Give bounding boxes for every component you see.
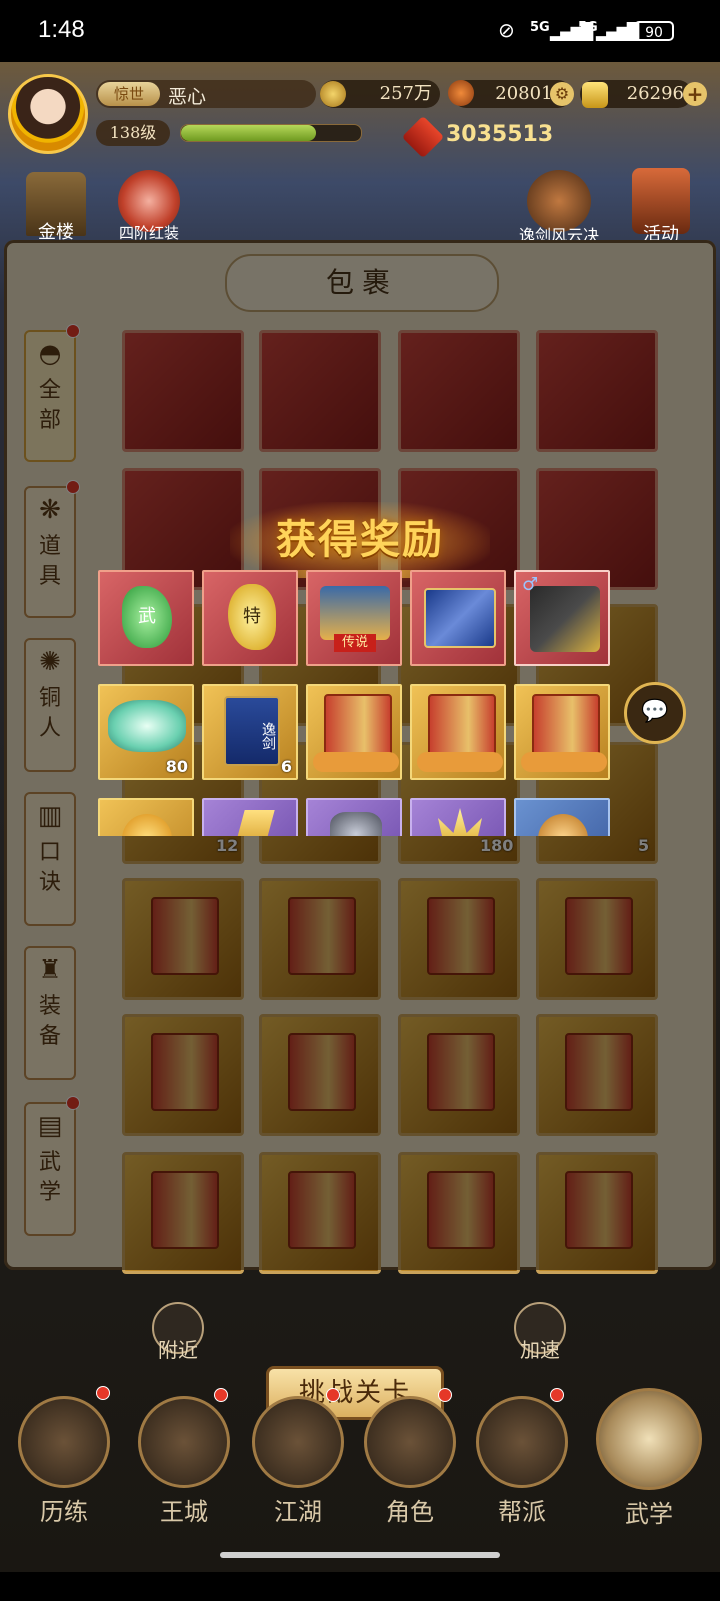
nav-guild-badge	[550, 1388, 564, 1402]
nav-guild-label: 帮派	[498, 1498, 546, 1526]
mute-icon: ⊘	[498, 18, 515, 42]
activity-button[interactable]: 活动	[626, 168, 696, 248]
signal-bars-icon-2: ▂▄▆█	[596, 22, 639, 41]
nav-jianghu-label: 江湖	[274, 1498, 322, 1526]
coin-icon	[320, 81, 346, 107]
signal-5g-label-2: 5G	[578, 20, 598, 35]
reward-item[interactable]	[410, 684, 506, 780]
status-bar: 1:48 ⊘ 5G ▂▄▆█ 5G ▂▄▆█ 90	[0, 0, 720, 62]
guild-icon	[476, 1396, 568, 1488]
yijian-manual-icon: 逸剑	[224, 696, 280, 766]
nav-jianghu-badge	[326, 1388, 340, 1402]
reward-item[interactable]: ♂	[514, 570, 610, 666]
nav-guild[interactable]: 帮派	[472, 1396, 572, 1527]
nav-training[interactable]: 历练	[14, 1396, 114, 1527]
nav-training-label: 历练	[40, 1498, 88, 1526]
reward-row-clip	[96, 796, 616, 836]
reward-item[interactable]	[306, 684, 402, 780]
item-count: 6	[280, 757, 292, 776]
blue-pack-icon	[424, 588, 496, 648]
reward-item[interactable]: 武	[98, 570, 194, 666]
exp-bar	[180, 124, 362, 142]
red-gear-button[interactable]: 四阶红装	[104, 170, 194, 250]
power-icon	[401, 115, 445, 159]
nav-jianghu[interactable]: 江湖	[248, 1396, 348, 1527]
gold-shard-icon	[231, 810, 275, 836]
speedup-label: 加速	[520, 1338, 560, 1362]
game-screen: 惊世 恶心 138级 257万 208015 ⚙ 26296 + 3035513…	[0, 62, 720, 1572]
gold-jade-te-icon: 特	[228, 584, 276, 650]
reward-item[interactable]	[306, 798, 402, 836]
speedup-button[interactable]: 加速	[510, 1302, 570, 1383]
event-duel-button[interactable]: 逸剑风云决	[504, 170, 614, 250]
exp-bar-fill	[181, 125, 316, 141]
reward-item[interactable]: 传说	[306, 570, 402, 666]
coin-icon	[122, 814, 172, 836]
male-symbol: ♂	[522, 574, 539, 595]
reward-item[interactable]	[202, 798, 298, 836]
reward-item[interactable]	[514, 684, 610, 780]
coin-value: 257万	[379, 83, 432, 104]
nav-royal-city-label: 王城	[160, 1498, 208, 1526]
gold-value: 26296	[626, 83, 684, 104]
nav-martial-arts-label: 武学	[625, 1500, 673, 1528]
book-flame	[521, 752, 607, 772]
signal-5g-label: 5G	[530, 20, 550, 35]
nav-training-badge	[96, 1386, 110, 1400]
reward-title: 获得奖励	[276, 516, 444, 563]
royal-city-icon	[138, 1396, 230, 1488]
ingot-plus-icon[interactable]: ⚙	[550, 82, 574, 106]
reward-item[interactable]	[98, 798, 194, 836]
reward-item[interactable]: 逸剑 6	[202, 684, 298, 780]
book-flame	[417, 752, 503, 772]
nav-character-badge	[438, 1388, 452, 1402]
combat-power: 3035513	[446, 122, 554, 147]
ingot-icon	[448, 80, 474, 106]
character-icon	[364, 1396, 456, 1488]
nav-royal-city[interactable]: 王城	[134, 1396, 234, 1527]
nav-character[interactable]: 角色	[360, 1396, 460, 1527]
nav-martial-arts[interactable]: 武学	[594, 1388, 704, 1529]
reward-item[interactable]	[410, 798, 506, 836]
chat-bubble-icon: 💬	[641, 699, 669, 724]
male-outfit-icon	[530, 586, 600, 652]
legend-chest-icon	[320, 586, 390, 640]
chat-button[interactable]: 💬	[624, 682, 686, 744]
green-jade-wu-icon: 武	[122, 586, 172, 648]
battery-icon: 90	[634, 21, 674, 41]
training-icon	[18, 1396, 110, 1488]
item-count: 80	[165, 757, 188, 776]
player-avatar[interactable]	[8, 74, 88, 154]
player-name: 恶心	[168, 86, 207, 108]
reward-item[interactable]	[514, 798, 610, 836]
nav-character-label: 角色	[386, 1498, 434, 1526]
player-level: 138级	[96, 120, 170, 146]
red-gear-icon	[118, 170, 180, 232]
jianghu-icon	[252, 1396, 344, 1488]
martial-arts-scroll-icon	[596, 1388, 702, 1490]
copper-coin-icon	[538, 814, 588, 836]
rank-badge: 惊世	[98, 82, 160, 106]
nearby-button[interactable]: 附近	[148, 1302, 208, 1383]
jade-cloud-icon	[108, 700, 186, 752]
gold-crystal-icon	[438, 808, 482, 836]
reward-item[interactable]: 80	[98, 684, 194, 780]
gold-ingot-icon	[582, 82, 608, 108]
legend-label: 传说	[334, 634, 376, 652]
book-flame	[313, 752, 399, 772]
event-duel-icon	[527, 170, 591, 232]
reward-item[interactable]: 特	[202, 570, 298, 666]
nearby-label: 附近	[158, 1338, 198, 1362]
reward-item[interactable]	[410, 570, 506, 666]
nav-royal-city-badge	[214, 1388, 228, 1402]
ore-icon	[330, 812, 382, 836]
status-time: 1:48	[38, 16, 85, 43]
home-indicator[interactable]	[220, 1552, 500, 1558]
add-gold-button[interactable]: +	[683, 82, 707, 106]
